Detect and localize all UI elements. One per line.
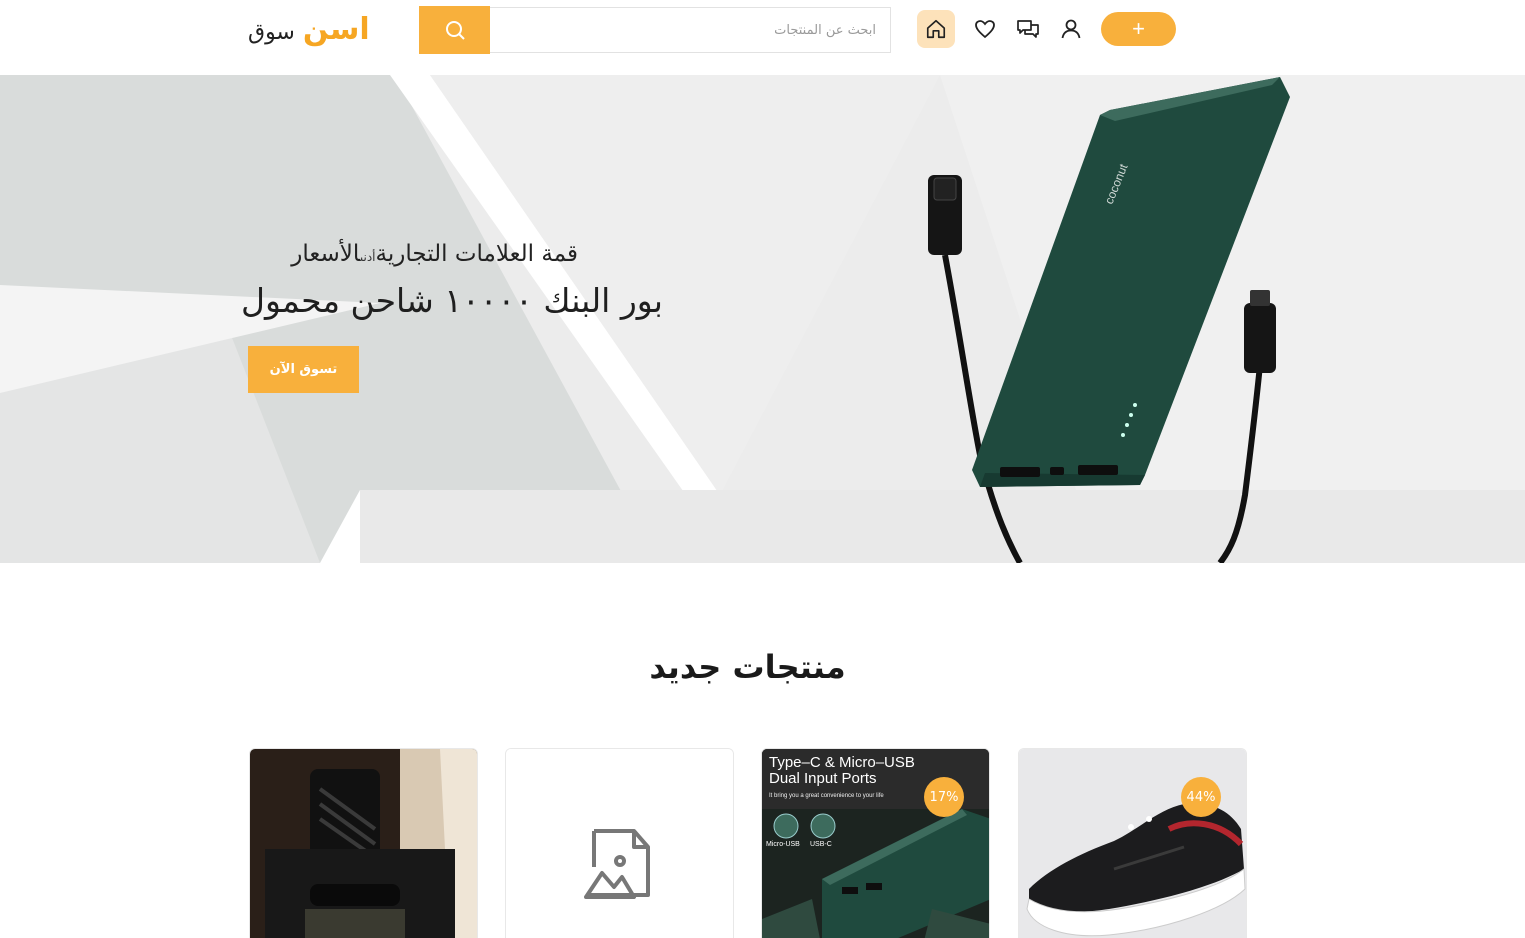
discount-badge: 44%: [1181, 777, 1221, 817]
home-icon: [926, 19, 946, 39]
section-title-new-products: منتجات جديد: [649, 648, 846, 686]
shop-now-button[interactable]: تسوق الآن: [248, 346, 359, 393]
messages-button[interactable]: [1009, 10, 1047, 48]
search-icon: [445, 21, 465, 40]
favorites-button[interactable]: [966, 10, 1004, 48]
hero-subtitle-main: قمة العلامات التجارية: [375, 241, 578, 267]
image-placeholder-icon: [506, 749, 733, 938]
add-listing-button[interactable]: +: [1101, 12, 1176, 46]
product-image: [1019, 749, 1246, 938]
card-caption-small: It bring you a great convenience to your…: [769, 793, 884, 799]
product-card[interactable]: 44%: [1018, 748, 1247, 938]
product-card[interactable]: [249, 748, 478, 938]
product-card[interactable]: [505, 748, 734, 938]
hero-banner: أدنى قمة العلامات التجاريةأدنىالأسعار بو…: [0, 75, 1525, 563]
search-button[interactable]: [419, 6, 490, 54]
plus-icon: +: [1132, 16, 1145, 41]
site-logo[interactable]: سوق اسن: [248, 12, 370, 52]
logo-text-primary: اسن: [302, 12, 370, 47]
search-input[interactable]: [490, 7, 891, 53]
hero-subtitle: أدنى قمة العلامات التجاريةأدنىالأسعار: [291, 241, 578, 267]
port-label-micro-usb: Micro-USB: [766, 841, 800, 848]
user-icon: [1061, 19, 1081, 39]
product-card[interactable]: Type–C & Micro–USB Dual Input Ports It b…: [761, 748, 990, 938]
hero-subtitle-end: الأسعار: [291, 241, 360, 267]
port-label-usb-c: USB-C: [810, 841, 832, 848]
chat-icon: [1017, 20, 1039, 38]
account-button[interactable]: [1052, 10, 1090, 48]
hero-subtitle-small: أدنى: [359, 250, 376, 264]
hero-title: بور البنك ١٠٠٠٠ شاحن محمول: [240, 281, 663, 320]
heart-icon: [975, 20, 995, 39]
caption-line-2: Dual Input Ports: [769, 770, 877, 787]
caption-line-1: Type–C & Micro–USB: [769, 754, 915, 771]
powerbank-product-image: coconut: [928, 77, 1290, 563]
site-header: سوق اسن +: [0, 0, 1525, 75]
logo-text-secondary: سوق: [248, 20, 295, 45]
home-button[interactable]: [917, 10, 955, 48]
product-image: [250, 749, 477, 938]
card-caption-title: Type–C & Micro–USB Dual Input Ports: [769, 755, 915, 787]
discount-badge: 17%: [924, 777, 964, 817]
